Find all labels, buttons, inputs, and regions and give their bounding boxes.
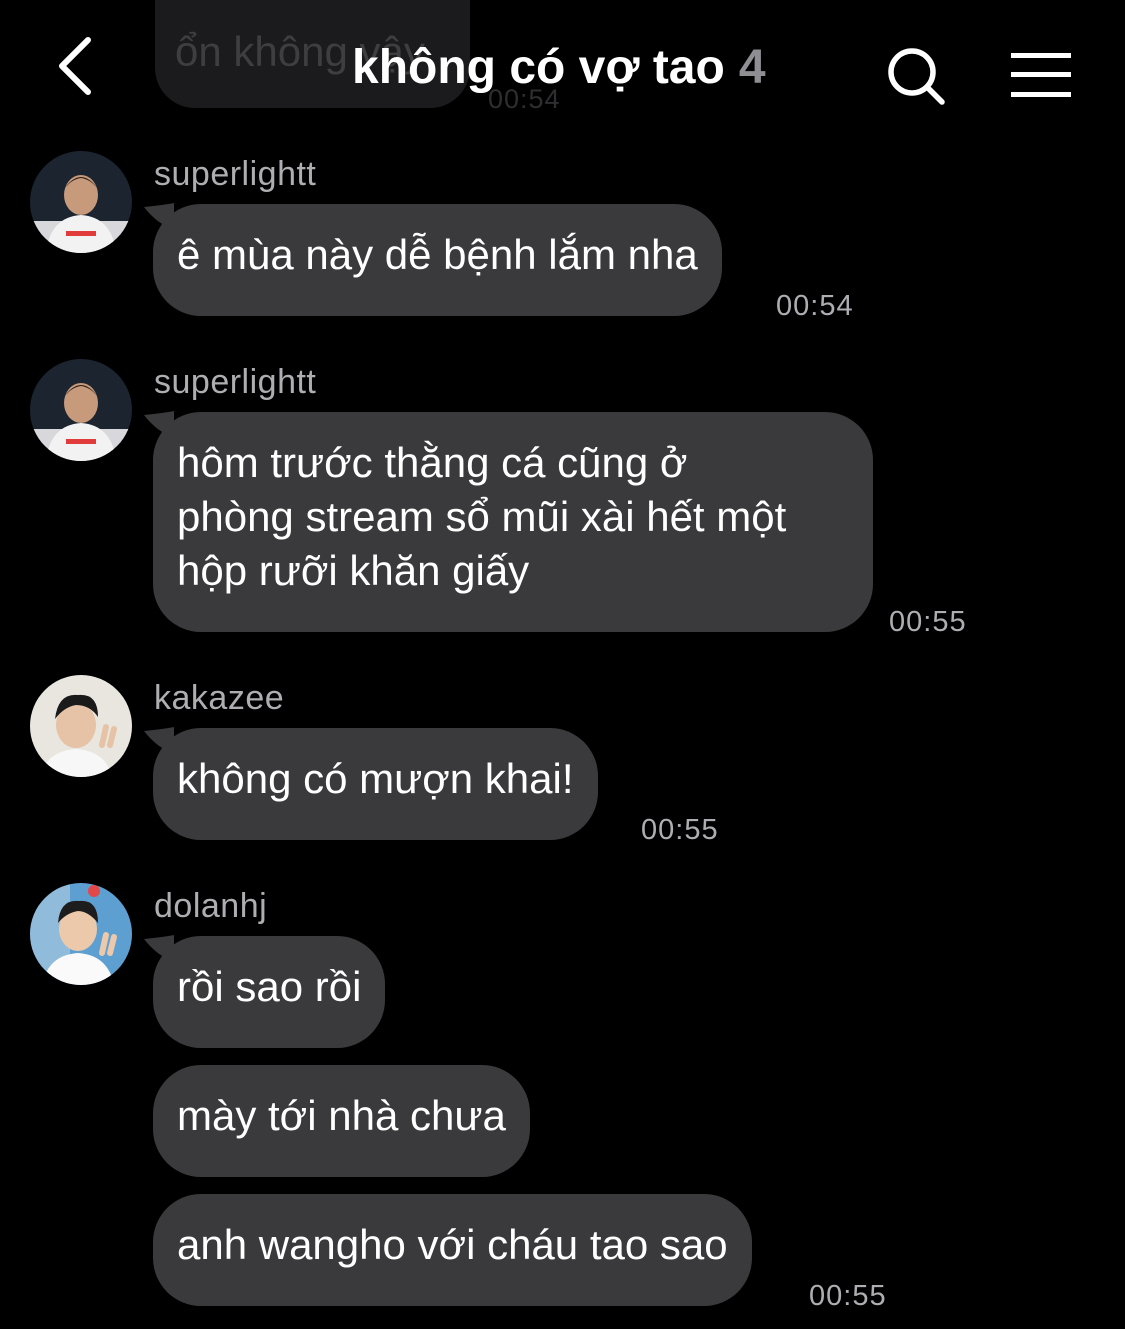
message-text: không có mượn khai! — [177, 755, 574, 802]
message-bubble[interactable]: không có mượn khai! — [153, 728, 598, 840]
message-time: 00:54 — [776, 290, 854, 322]
message-text: rồi sao rồi — [177, 963, 362, 1010]
chat-title: không có vợ tao 4 — [352, 40, 766, 95]
chat-name: không có vợ tao — [352, 41, 725, 94]
avatar-superlightt[interactable] — [30, 151, 132, 253]
back-button[interactable] — [52, 34, 102, 98]
sender-name: superlightt — [154, 363, 317, 401]
message-bubble[interactable]: mày tới nhà chưa — [153, 1065, 530, 1177]
sender-name: dolanhj — [154, 887, 268, 925]
menu-button[interactable] — [1008, 50, 1074, 100]
message-text: mày tới nhà chưa — [177, 1092, 506, 1139]
avatar-kakazee[interactable] — [30, 675, 132, 777]
message-bubble[interactable]: rồi sao rồi — [153, 936, 386, 1048]
message-text-line: hộp rưỡi khăn giấy — [177, 547, 530, 594]
sender-name: kakazee — [154, 679, 285, 717]
avatar-dolanhj[interactable] — [30, 883, 132, 985]
message-time: 00:55 — [889, 606, 967, 638]
message-bubble[interactable]: ê mùa này dễ bệnh lắm nha — [153, 204, 722, 316]
message-bubble[interactable]: hôm trước thằng cá cũng ở phòng stream s… — [153, 412, 873, 632]
avatar-superlightt[interactable] — [30, 359, 132, 461]
hamburger-menu-icon — [1011, 53, 1071, 97]
message-time: 00:55 — [641, 814, 719, 846]
message-text: anh wangho với cháu tao sao — [177, 1221, 728, 1268]
sender-name: superlightt — [154, 155, 317, 193]
message-text-line: hôm trước thằng cá cũng ở — [177, 439, 688, 486]
member-count: 4 — [738, 41, 766, 94]
message-text: ê mùa này dễ bệnh lắm nha — [177, 231, 698, 278]
message-time: 00:55 — [809, 1280, 887, 1312]
search-button[interactable] — [884, 44, 950, 110]
message-bubble[interactable]: anh wangho với cháu tao sao — [153, 1194, 752, 1306]
message-text-line: phòng stream sổ mũi xài hết một — [177, 493, 787, 540]
chevron-left-icon — [59, 37, 91, 95]
search-icon — [888, 48, 945, 105]
